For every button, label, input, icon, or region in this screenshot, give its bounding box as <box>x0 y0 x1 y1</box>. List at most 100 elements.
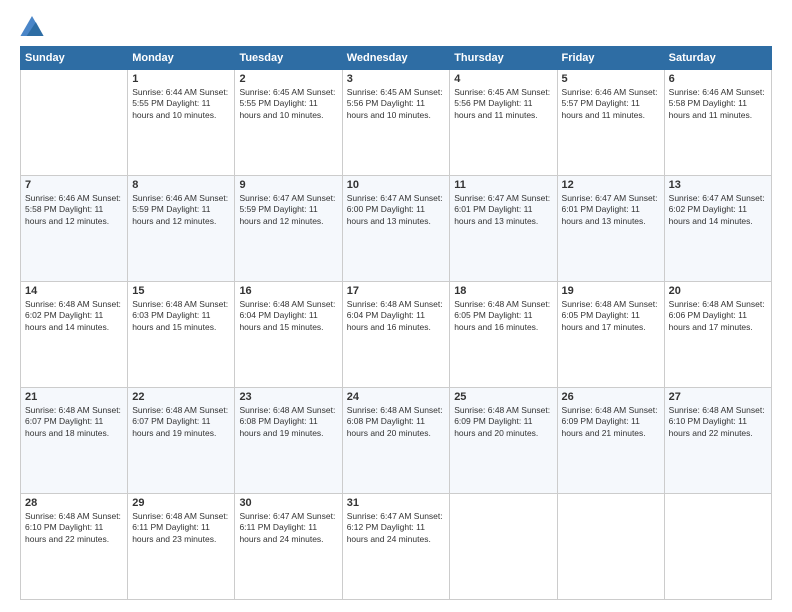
day-info: Sunrise: 6:48 AM Sunset: 6:07 PM Dayligh… <box>25 405 123 439</box>
day-number: 7 <box>25 179 123 191</box>
day-number: 1 <box>132 73 230 85</box>
calendar-cell: 2 Sunrise: 6:45 AM Sunset: 5:55 PM Daylig… <box>235 70 342 176</box>
day-number: 31 <box>347 497 445 509</box>
calendar-cell: 4 Sunrise: 6:45 AM Sunset: 5:56 PM Daylig… <box>450 70 557 176</box>
calendar-cell: 1 Sunrise: 6:44 AM Sunset: 5:55 PM Daylig… <box>128 70 235 176</box>
day-number: 19 <box>562 285 660 297</box>
day-number: 29 <box>132 497 230 509</box>
day-info: Sunrise: 6:47 AM Sunset: 6:01 PM Dayligh… <box>454 193 552 227</box>
day-info: Sunrise: 6:48 AM Sunset: 6:09 PM Dayligh… <box>562 405 660 439</box>
col-header-tuesday: Tuesday <box>235 47 342 70</box>
calendar-cell <box>21 70 128 176</box>
day-info: Sunrise: 6:44 AM Sunset: 5:55 PM Dayligh… <box>132 87 230 121</box>
calendar-week-1: 7Sunrise: 6:46 AM Sunset: 5:58 PM Daylig… <box>21 176 772 282</box>
calendar-header-row: SundayMondayTuesdayWednesdayThursdayFrid… <box>21 47 772 70</box>
calendar-cell: 15 Sunrise: 6:48 AM Sunset: 6:03 PM Dayli… <box>128 282 235 388</box>
day-number: 23 <box>239 391 337 403</box>
calendar-cell: 29 Sunrise: 6:48 AM Sunset: 6:11 PM Dayli… <box>128 494 235 600</box>
header <box>20 16 772 36</box>
calendar-cell: 18Sunrise: 6:48 AM Sunset: 6:05 PM Dayli… <box>450 282 557 388</box>
day-info: Sunrise: 6:48 AM Sunset: 6:04 PM Dayligh… <box>347 299 445 333</box>
calendar-cell <box>664 494 771 600</box>
day-info: Sunrise: 6:45 AM Sunset: 5:56 PM Dayligh… <box>347 87 445 121</box>
calendar-cell: 14 Sunrise: 6:48 AM Sunset: 6:02 PM Dayli… <box>21 282 128 388</box>
calendar-cell: 30 Sunrise: 6:47 AM Sunset: 6:11 PM Dayli… <box>235 494 342 600</box>
calendar-table: SundayMondayTuesdayWednesdayThursdayFrid… <box>20 46 772 600</box>
day-number: 28 <box>25 497 123 509</box>
calendar-cell: 24 Sunrise: 6:48 AM Sunset: 6:08 PM Dayli… <box>342 388 449 494</box>
day-number: 14 <box>25 285 123 297</box>
day-number: 21 <box>25 391 123 403</box>
calendar-cell <box>557 494 664 600</box>
col-header-monday: Monday <box>128 47 235 70</box>
day-number: 24 <box>347 391 445 403</box>
calendar-week-4: 28 Sunrise: 6:48 AM Sunset: 6:10 PM Dayli… <box>21 494 772 600</box>
day-number: 11 <box>454 179 552 191</box>
calendar-cell: 20Sunrise: 6:48 AM Sunset: 6:06 PM Dayli… <box>664 282 771 388</box>
day-info: Sunrise: 6:48 AM Sunset: 6:03 PM Dayligh… <box>132 299 230 333</box>
day-info: Sunrise: 6:47 AM Sunset: 6:00 PM Dayligh… <box>347 193 445 227</box>
day-info: Sunrise: 6:48 AM Sunset: 6:10 PM Dayligh… <box>25 511 123 545</box>
calendar-cell: 21 Sunrise: 6:48 AM Sunset: 6:07 PM Dayli… <box>21 388 128 494</box>
day-number: 10 <box>347 179 445 191</box>
day-info: Sunrise: 6:48 AM Sunset: 6:08 PM Dayligh… <box>239 405 337 439</box>
day-info: Sunrise: 6:48 AM Sunset: 6:02 PM Dayligh… <box>25 299 123 333</box>
calendar-cell: 27 Sunrise: 6:48 AM Sunset: 6:10 PM Dayli… <box>664 388 771 494</box>
day-info: Sunrise: 6:48 AM Sunset: 6:04 PM Dayligh… <box>239 299 337 333</box>
calendar-cell: 17 Sunrise: 6:48 AM Sunset: 6:04 PM Dayli… <box>342 282 449 388</box>
day-number: 12 <box>562 179 660 191</box>
day-number: 9 <box>239 179 337 191</box>
col-header-friday: Friday <box>557 47 664 70</box>
calendar-cell <box>450 494 557 600</box>
calendar-week-2: 14 Sunrise: 6:48 AM Sunset: 6:02 PM Dayli… <box>21 282 772 388</box>
day-info: Sunrise: 6:47 AM Sunset: 6:12 PM Dayligh… <box>347 511 445 545</box>
calendar-cell: 22 Sunrise: 6:48 AM Sunset: 6:07 PM Dayli… <box>128 388 235 494</box>
calendar-cell: 23 Sunrise: 6:48 AM Sunset: 6:08 PM Dayli… <box>235 388 342 494</box>
day-info: Sunrise: 6:47 AM Sunset: 6:11 PM Dayligh… <box>239 511 337 545</box>
calendar-cell: 25 Sunrise: 6:48 AM Sunset: 6:09 PM Dayli… <box>450 388 557 494</box>
day-info: Sunrise: 6:45 AM Sunset: 5:56 PM Dayligh… <box>454 87 552 121</box>
calendar-cell: 28 Sunrise: 6:48 AM Sunset: 6:10 PM Dayli… <box>21 494 128 600</box>
day-number: 5 <box>562 73 660 85</box>
page: SundayMondayTuesdayWednesdayThursdayFrid… <box>0 0 792 612</box>
day-number: 22 <box>132 391 230 403</box>
calendar-cell: 8Sunrise: 6:46 AM Sunset: 5:59 PM Daylig… <box>128 176 235 282</box>
day-number: 17 <box>347 285 445 297</box>
day-info: Sunrise: 6:47 AM Sunset: 6:02 PM Dayligh… <box>669 193 767 227</box>
calendar-cell: 16 Sunrise: 6:48 AM Sunset: 6:04 PM Dayli… <box>235 282 342 388</box>
day-number: 26 <box>562 391 660 403</box>
calendar-cell: 31 Sunrise: 6:47 AM Sunset: 6:12 PM Dayli… <box>342 494 449 600</box>
day-info: Sunrise: 6:46 AM Sunset: 5:58 PM Dayligh… <box>669 87 767 121</box>
day-number: 16 <box>239 285 337 297</box>
day-info: Sunrise: 6:47 AM Sunset: 5:59 PM Dayligh… <box>239 193 337 227</box>
calendar-week-0: 1 Sunrise: 6:44 AM Sunset: 5:55 PM Daylig… <box>21 70 772 176</box>
calendar-cell: 10 Sunrise: 6:47 AM Sunset: 6:00 PM Dayli… <box>342 176 449 282</box>
day-info: Sunrise: 6:48 AM Sunset: 6:07 PM Dayligh… <box>132 405 230 439</box>
day-number: 13 <box>669 179 767 191</box>
day-number: 15 <box>132 285 230 297</box>
day-number: 4 <box>454 73 552 85</box>
day-info: Sunrise: 6:48 AM Sunset: 6:09 PM Dayligh… <box>454 405 552 439</box>
day-number: 2 <box>239 73 337 85</box>
day-info: Sunrise: 6:48 AM Sunset: 6:08 PM Dayligh… <box>347 405 445 439</box>
calendar-cell: 5Sunrise: 6:46 AM Sunset: 5:57 PM Daylig… <box>557 70 664 176</box>
day-number: 30 <box>239 497 337 509</box>
calendar-cell: 26 Sunrise: 6:48 AM Sunset: 6:09 PM Dayli… <box>557 388 664 494</box>
day-info: Sunrise: 6:48 AM Sunset: 6:11 PM Dayligh… <box>132 511 230 545</box>
day-info: Sunrise: 6:47 AM Sunset: 6:01 PM Dayligh… <box>562 193 660 227</box>
day-info: Sunrise: 6:46 AM Sunset: 5:59 PM Dayligh… <box>132 193 230 227</box>
calendar-cell: 3Sunrise: 6:45 AM Sunset: 5:56 PM Daylig… <box>342 70 449 176</box>
col-header-wednesday: Wednesday <box>342 47 449 70</box>
calendar-cell: 9 Sunrise: 6:47 AM Sunset: 5:59 PM Daylig… <box>235 176 342 282</box>
day-info: Sunrise: 6:48 AM Sunset: 6:10 PM Dayligh… <box>669 405 767 439</box>
col-header-sunday: Sunday <box>21 47 128 70</box>
calendar-cell: 19 Sunrise: 6:48 AM Sunset: 6:05 PM Dayli… <box>557 282 664 388</box>
day-number: 27 <box>669 391 767 403</box>
day-number: 25 <box>454 391 552 403</box>
calendar-cell: 13 Sunrise: 6:47 AM Sunset: 6:02 PM Dayli… <box>664 176 771 282</box>
day-info: Sunrise: 6:48 AM Sunset: 6:05 PM Dayligh… <box>562 299 660 333</box>
logo <box>20 16 46 36</box>
calendar-cell: 11 Sunrise: 6:47 AM Sunset: 6:01 PM Dayli… <box>450 176 557 282</box>
day-info: Sunrise: 6:45 AM Sunset: 5:55 PM Dayligh… <box>239 87 337 121</box>
calendar-cell: 6Sunrise: 6:46 AM Sunset: 5:58 PM Daylig… <box>664 70 771 176</box>
